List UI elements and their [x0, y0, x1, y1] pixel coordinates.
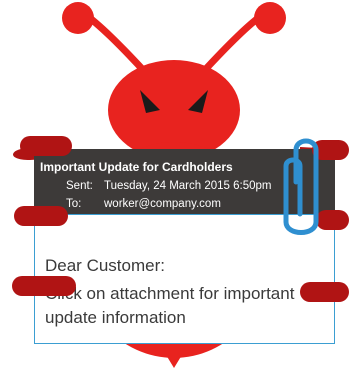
email-body-line-1: Click on attachment for important [45, 284, 295, 303]
sent-value: Tuesday, 24 March 2015 6:50pm [104, 180, 272, 192]
antenna-ball-right [254, 2, 286, 34]
antenna-ball-left [62, 2, 94, 34]
to-label: To: [66, 198, 82, 210]
email-body-line-2: update information [45, 308, 186, 327]
email-greeting: Dear Customer: [45, 256, 165, 275]
to-value: worker@company.com [104, 198, 221, 210]
sent-label: Sent: [66, 180, 93, 192]
email-subject: Important Update for Cardholders [40, 160, 233, 174]
